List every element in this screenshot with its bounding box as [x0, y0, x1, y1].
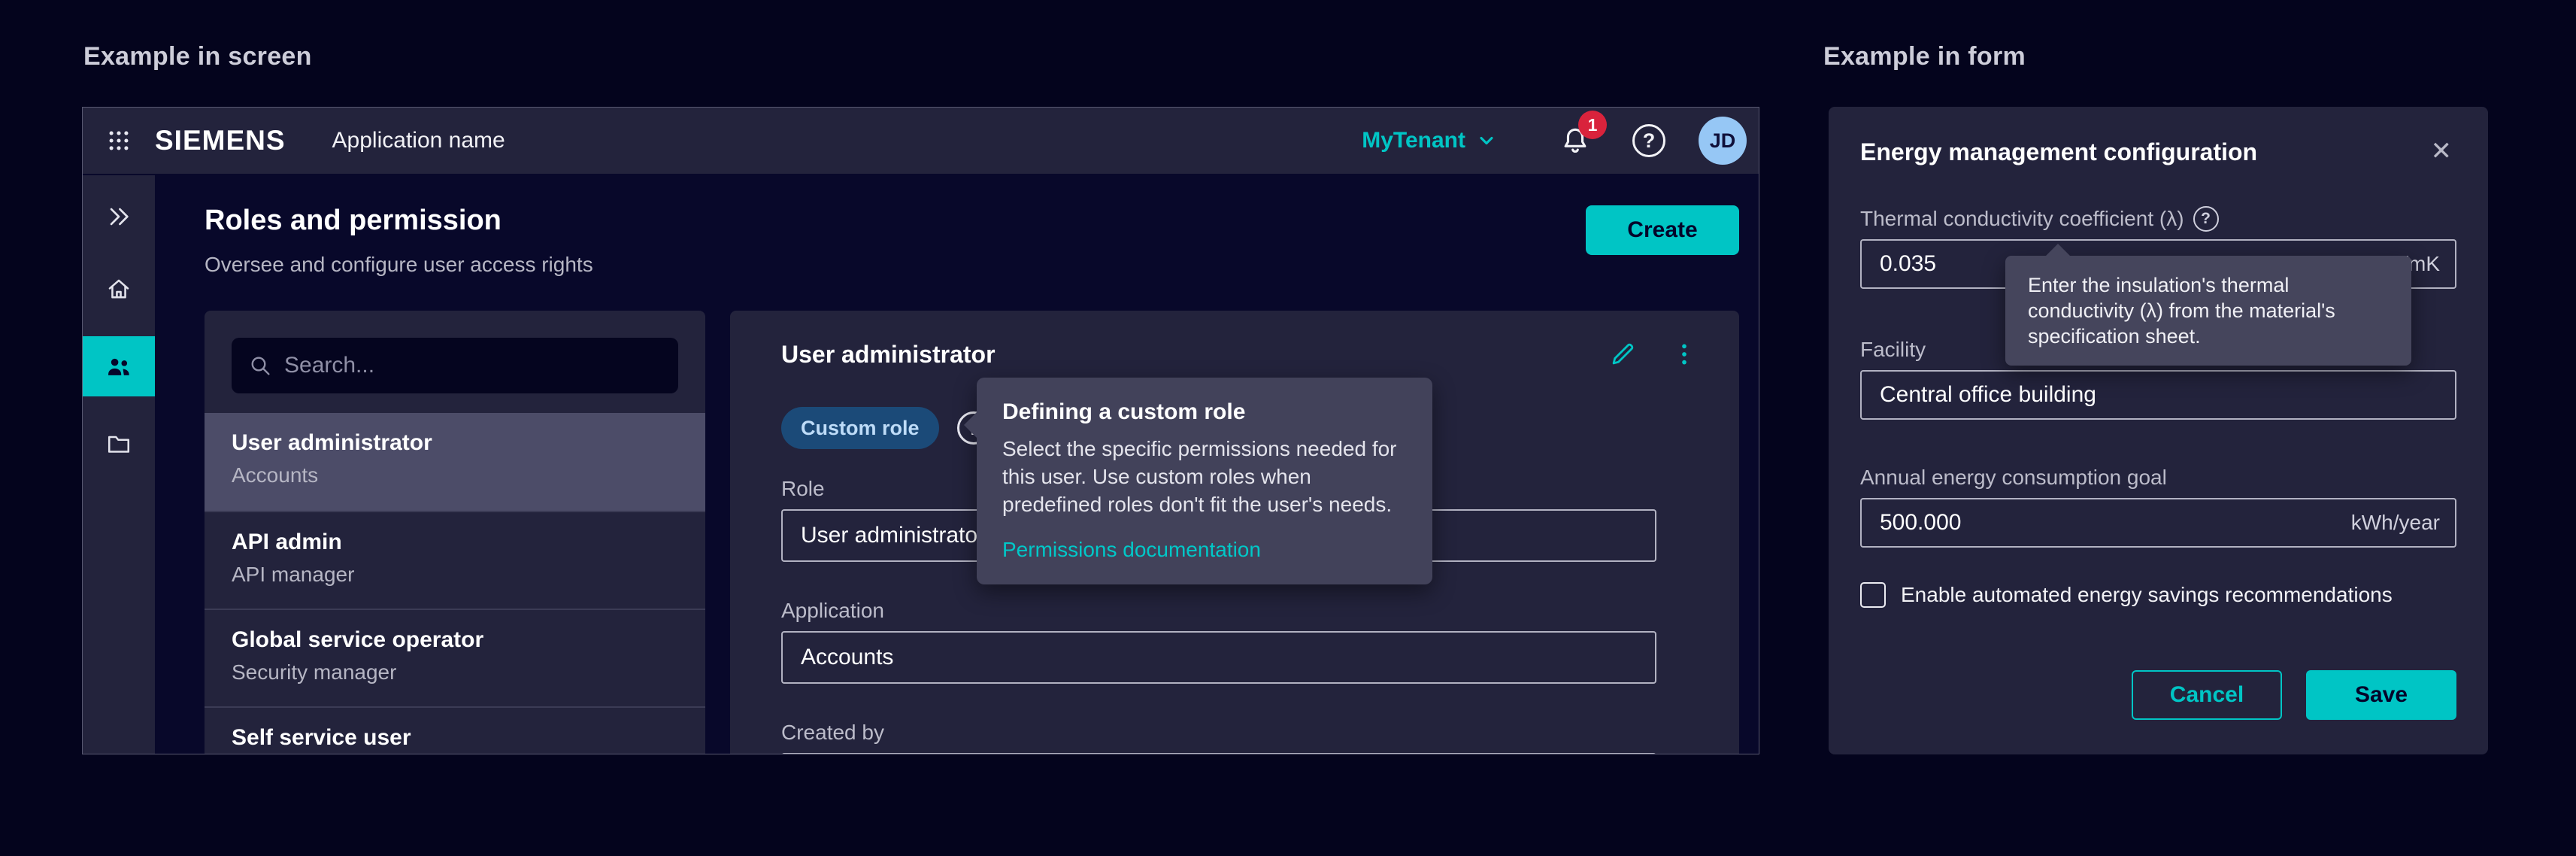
- recommendations-checkbox-row[interactable]: Enable automated energy savings recommen…: [1860, 582, 2456, 608]
- created-by-field-label: Created by: [781, 720, 1697, 745]
- annual-goal-unit: kWh/year: [2351, 511, 2440, 535]
- sidebar-item-roles[interactable]: [83, 336, 155, 396]
- app-header: SIEMENS Application name MyTenant 1: [83, 108, 1759, 175]
- roles-list-card: User administrator Accounts API admin AP…: [205, 311, 705, 754]
- sidebar: [83, 175, 155, 754]
- role-list-item[interactable]: User administrator Accounts: [205, 413, 705, 511]
- role-list-item[interactable]: API admin API manager: [205, 511, 705, 609]
- search-box: [232, 338, 678, 393]
- facility-field-label: Facility: [1860, 337, 1926, 363]
- role-item-subtitle: Security manager: [232, 660, 678, 685]
- page-title: Roles and permission: [205, 202, 593, 238]
- home-icon: [105, 275, 132, 302]
- role-list-item[interactable]: Self service user: [205, 706, 705, 754]
- permissions-documentation-link[interactable]: Permissions documentation: [1002, 538, 1261, 562]
- grid-icon: [106, 128, 132, 153]
- question-circle-icon: ?: [1632, 124, 1665, 157]
- help-button[interactable]: ?: [1625, 117, 1673, 165]
- role-list: User administrator Accounts API admin AP…: [205, 413, 705, 754]
- application-field-label: Application: [781, 598, 1697, 624]
- role-item-title: User administrator: [232, 430, 678, 457]
- custom-role-badge: Custom role: [781, 407, 939, 449]
- thermal-field-label: Thermal conductivity coefficient (λ): [1860, 206, 2184, 232]
- page: Example in screen Example in form SIEMEN…: [0, 0, 2576, 856]
- folder-icon: [105, 430, 132, 457]
- edit-pencil-icon[interactable]: [1608, 340, 1637, 369]
- chevron-down-icon: [1476, 130, 1497, 151]
- sidebar-collapse-button[interactable]: [83, 192, 155, 241]
- user-avatar[interactable]: JD: [1699, 117, 1747, 165]
- sidebar-item-home[interactable]: [83, 264, 155, 314]
- role-item-subtitle: API manager: [232, 562, 678, 587]
- tooltip-text: Enter the insulation's thermal conductiv…: [2028, 272, 2389, 349]
- checkbox-label: Enable automated energy savings recommen…: [1901, 583, 2393, 607]
- dialog-title: Energy management configuration: [1860, 137, 2257, 167]
- thermal-tooltip: Enter the insulation's thermal conductiv…: [2005, 256, 2411, 366]
- section-title-screen: Example in screen: [83, 42, 312, 71]
- energy-form-dialog: Energy management configuration ✕ Therma…: [1829, 107, 2488, 754]
- role-detail-card: User administrator: [730, 311, 1739, 754]
- created-by-field-input[interactable]: [781, 753, 1656, 754]
- notifications-button[interactable]: 1: [1551, 117, 1599, 165]
- checkbox-unchecked[interactable]: [1860, 582, 1886, 608]
- thermal-help-icon[interactable]: ?: [2193, 206, 2219, 232]
- role-item-title: API admin: [232, 529, 678, 556]
- section-title-form: Example in form: [1823, 42, 2026, 71]
- application-name: Application name: [332, 128, 505, 153]
- page-subtitle: Oversee and configure user access rights: [205, 252, 593, 278]
- tenant-name: MyTenant: [1362, 128, 1465, 153]
- create-button[interactable]: Create: [1586, 205, 1739, 255]
- role-item-title: Global service operator: [232, 627, 678, 654]
- detail-title: User administrator: [781, 341, 996, 369]
- tooltip-body: Select the specific permissions needed f…: [1002, 435, 1407, 518]
- facility-field-input[interactable]: [1860, 370, 2456, 420]
- search-input[interactable]: [284, 353, 662, 378]
- tooltip-arrow-left: [964, 412, 977, 438]
- app-screen: SIEMENS Application name MyTenant 1: [82, 107, 1759, 754]
- screen-body: Roles and permission Oversee and configu…: [83, 175, 1759, 754]
- app-launcher-button[interactable]: [83, 107, 155, 175]
- custom-role-tooltip: Defining a custom role Select the specif…: [977, 378, 1432, 584]
- kebab-menu-icon[interactable]: [1671, 341, 1697, 367]
- role-list-item[interactable]: Global service operator Security manager: [205, 609, 705, 706]
- tooltip-arrow-up: [2046, 244, 2070, 256]
- role-item-title: Self service user: [232, 724, 678, 751]
- main-content: Roles and permission Oversee and configu…: [155, 175, 1759, 754]
- users-icon: [105, 352, 133, 381]
- siemens-logo: SIEMENS: [155, 125, 286, 156]
- double-chevron-right-icon: [106, 204, 132, 229]
- notification-badge: 1: [1578, 111, 1607, 139]
- tenant-selector[interactable]: MyTenant: [1362, 128, 1497, 153]
- tooltip-title: Defining a custom role: [1002, 399, 1407, 426]
- cancel-button[interactable]: Cancel: [2132, 670, 2282, 720]
- search-icon: [248, 354, 272, 378]
- role-item-subtitle: Accounts: [232, 463, 678, 488]
- application-field-input[interactable]: [781, 631, 1656, 684]
- save-button[interactable]: Save: [2306, 670, 2456, 720]
- annual-goal-field-label: Annual energy consumption goal: [1860, 465, 2167, 490]
- close-icon[interactable]: ✕: [2426, 137, 2457, 165]
- sidebar-item-files[interactable]: [83, 419, 155, 469]
